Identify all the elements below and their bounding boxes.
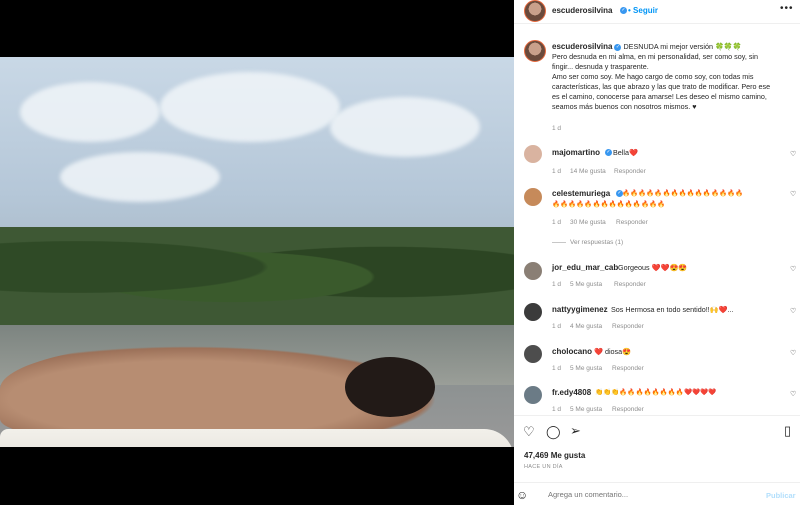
comment-likes[interactable]: 5 Me gusta bbox=[570, 406, 602, 413]
comment-text: Sos Hermosa en todo sentido!!🙌❤️... bbox=[611, 305, 734, 314]
comment-like-heart-icon[interactable]: ♡ bbox=[790, 390, 796, 398]
likes-count[interactable]: 47,469 Me gusta bbox=[524, 451, 585, 460]
caption-line: características, las que abrazo y las qu… bbox=[552, 82, 771, 91]
verified-icon: ✓ bbox=[614, 43, 622, 51]
caption-line: Amo ser como soy. Me hago cargo de como … bbox=[552, 72, 754, 81]
commenter-avatar[interactable] bbox=[524, 145, 542, 163]
bookmark-icon[interactable]: ▯ bbox=[784, 423, 791, 439]
comment-username[interactable]: majomartino bbox=[552, 148, 600, 157]
comment-like-heart-icon[interactable]: ♡ bbox=[790, 190, 796, 198]
comment-time[interactable]: 1 d bbox=[552, 168, 561, 175]
comment-likes[interactable]: 5 Me gusta bbox=[570, 365, 602, 372]
caption-line: seamos más buenos con nosotros mismos. ♥ bbox=[552, 102, 697, 111]
comment-likes[interactable]: 14 Me gusta bbox=[570, 168, 606, 175]
caption-avatar[interactable] bbox=[524, 40, 546, 62]
reply-button[interactable]: Responder bbox=[612, 406, 644, 413]
commenter-avatar[interactable] bbox=[524, 345, 542, 363]
caption-line: fingir... desnuda y trasparente. bbox=[552, 62, 649, 71]
cloud bbox=[20, 82, 160, 142]
comment-text-line2: 🔥🔥🔥🔥🔥🔥🔥🔥🔥🔥🔥🔥🔥🔥 bbox=[552, 201, 666, 208]
post-header: escuderosilvina ✓ • Seguir ••• bbox=[514, 0, 800, 24]
view-replies-button[interactable]: Ver respuestas (1) bbox=[552, 239, 623, 246]
caption-line: DESNUDA mi mejor versión 🍀🍀🍀 bbox=[623, 42, 742, 51]
float bbox=[0, 429, 514, 447]
emoji-icon[interactable]: ☺ bbox=[516, 488, 528, 502]
comment-likes[interactable]: 5 Me gusta bbox=[570, 281, 602, 288]
comment-like-heart-icon[interactable]: ♡ bbox=[790, 307, 796, 315]
post-panel: escuderosilvina ✓ • Seguir ••• escuderos… bbox=[514, 0, 800, 505]
reply-button[interactable]: Responder bbox=[614, 281, 646, 288]
comment-time[interactable]: 1 d bbox=[552, 219, 561, 226]
comment-icon[interactable]: ◯ bbox=[546, 424, 561, 440]
publish-button[interactable]: Publicar bbox=[766, 491, 796, 500]
verified-icon: ✓ bbox=[620, 7, 627, 14]
caption-username[interactable]: escuderosilvina bbox=[552, 42, 612, 51]
author-avatar[interactable] bbox=[524, 0, 546, 22]
cloud bbox=[330, 97, 480, 157]
hair bbox=[345, 357, 435, 417]
more-options-icon[interactable]: ••• bbox=[780, 3, 794, 14]
comment-username[interactable]: celestemuriega bbox=[552, 189, 610, 198]
actions-bar: ♡ ◯ ➢ ▯ 47,469 Me gusta HACE UN DÍA ☺ Pu… bbox=[514, 415, 800, 506]
comment-like-heart-icon[interactable]: ♡ bbox=[790, 150, 796, 158]
comment-text: 👏👏👏🔥🔥🔥🔥🔥🔥🔥🔥❤️❤️❤️❤️ bbox=[595, 389, 717, 396]
comment-time[interactable]: 1 d bbox=[552, 281, 561, 288]
reply-button[interactable]: Responder bbox=[612, 365, 644, 372]
reply-button[interactable]: Responder bbox=[616, 219, 648, 226]
divider bbox=[552, 241, 566, 243]
comment-like-heart-icon[interactable]: ♡ bbox=[790, 349, 796, 357]
cloud bbox=[160, 72, 340, 142]
view-replies-label: Ver respuestas (1) bbox=[570, 239, 624, 246]
follow-label: Seguir bbox=[633, 6, 658, 15]
comment-text: Bella❤️ bbox=[613, 148, 638, 157]
post-photo[interactable] bbox=[0, 57, 514, 447]
comment-likes[interactable]: 30 Me gusta bbox=[570, 219, 606, 226]
cloud bbox=[60, 152, 220, 202]
reply-button[interactable]: Responder bbox=[612, 323, 644, 330]
caption-time[interactable]: 1 d bbox=[552, 125, 561, 132]
trees bbox=[0, 227, 514, 327]
caption-line: Pero desnuda en mi alma, en mi personali… bbox=[552, 52, 759, 61]
comment-like-heart-icon[interactable]: ♡ bbox=[790, 265, 796, 273]
reply-button[interactable]: Responder bbox=[614, 168, 646, 175]
comment-username[interactable]: nattyygimenez bbox=[552, 305, 608, 314]
add-comment-input[interactable] bbox=[546, 489, 750, 500]
add-comment-bar: ☺ Publicar bbox=[514, 482, 800, 507]
heart-icon[interactable]: ♡ bbox=[523, 424, 535, 440]
comment-text: 🔥🔥🔥🔥🔥🔥🔥🔥🔥🔥🔥🔥🔥🔥🔥 bbox=[622, 190, 744, 197]
commenter-avatar[interactable] bbox=[524, 188, 542, 206]
follow-button[interactable]: • Seguir bbox=[628, 6, 658, 15]
comment-username[interactable]: jor_edu_mar_cab bbox=[552, 263, 618, 272]
comment-text: Gorgeous ❤️❤️😍😍 bbox=[618, 263, 688, 272]
commenter-avatar[interactable] bbox=[524, 262, 542, 280]
comment-time[interactable]: 1 d bbox=[552, 365, 561, 372]
comment-time[interactable]: 1 d bbox=[552, 323, 561, 330]
post-time[interactable]: HACE UN DÍA bbox=[524, 464, 563, 470]
caption-line: es el camino, conocerse para amarse! Les… bbox=[552, 92, 767, 101]
comment-username[interactable]: cholocano bbox=[552, 347, 592, 356]
share-icon[interactable]: ➢ bbox=[570, 423, 581, 439]
author-username[interactable]: escuderosilvina bbox=[552, 6, 612, 15]
commenter-avatar[interactable] bbox=[524, 386, 542, 404]
comment-text: ❤️ diosa😍 bbox=[594, 347, 632, 356]
commenter-avatar[interactable] bbox=[524, 303, 542, 321]
post-media bbox=[0, 0, 514, 505]
comment-username[interactable]: fr.edy4808 bbox=[552, 388, 591, 397]
comment-likes[interactable]: 4 Me gusta bbox=[570, 323, 602, 330]
caption: escuderosilvina ✓ DESNUDA mi mejor versió… bbox=[552, 42, 792, 112]
verified-icon: ✓ bbox=[605, 149, 612, 156]
comment-time[interactable]: 1 d bbox=[552, 406, 561, 413]
